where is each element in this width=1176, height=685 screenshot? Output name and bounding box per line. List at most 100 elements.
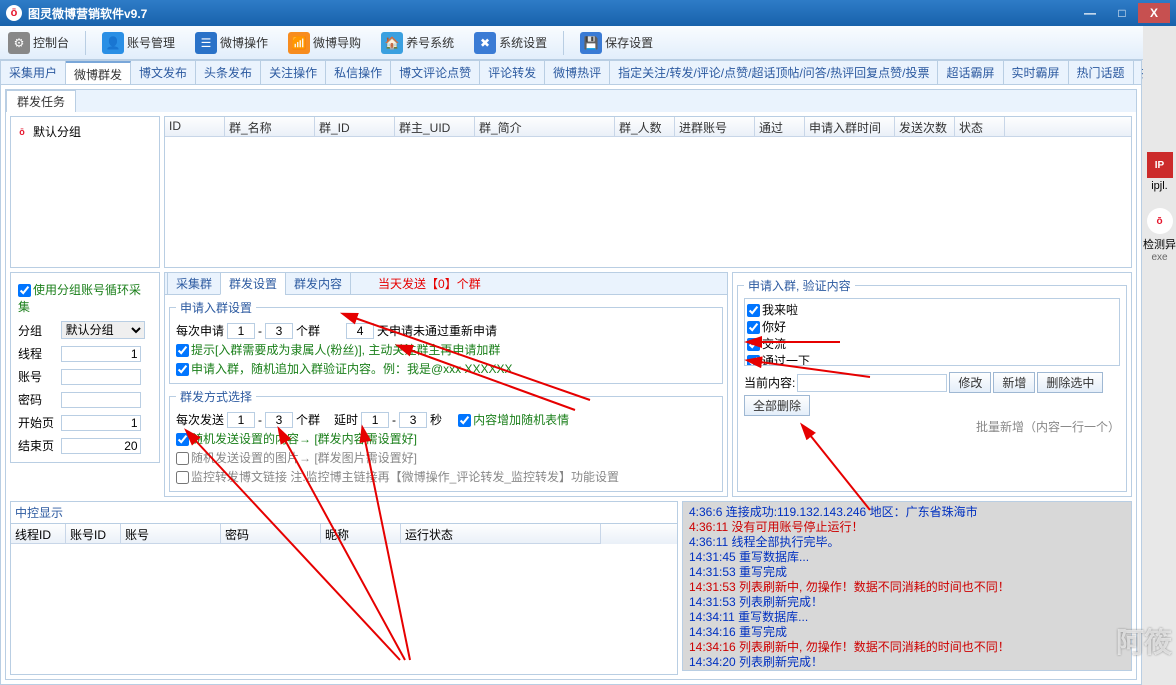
toolbar-save-settings[interactable]: 💾保存设置 [576, 30, 657, 56]
apply-to-input[interactable] [265, 323, 293, 339]
group-select[interactable]: 默认分组 [61, 321, 145, 339]
ctrl-col-0[interactable]: 线程ID [11, 524, 66, 544]
current-content-input[interactable] [797, 374, 947, 392]
grid-col-9[interactable]: 发送次数 [895, 117, 955, 136]
apply-from-input[interactable] [227, 323, 255, 339]
ctrl-col-1[interactable]: 账号ID [66, 524, 121, 544]
password-input[interactable] [61, 392, 141, 408]
send-to-input[interactable] [265, 412, 293, 428]
delete-all-button[interactable]: 全部删除 [744, 395, 810, 416]
wrench-icon: ✖ [474, 32, 496, 54]
verify-item-0[interactable]: 我来啦 [747, 301, 1117, 318]
current-content-label: 当前内容: [744, 374, 795, 391]
chk-follow-owner[interactable]: 提示[入群需要成为隶属人(粉丝)], 主动关注群主再申请加群 [176, 341, 500, 358]
chk-random-verify[interactable]: 申请入群，随机追加入群验证内容。例：我是@xxx XXXXXX [176, 360, 513, 377]
close-button[interactable]: X [1138, 3, 1170, 23]
sec-tab-6[interactable]: 博文评论点赞 [391, 61, 480, 84]
secondary-tabs: 采集用户微博群发博文发布头条发布关注操作私信操作博文评论点赞评论转发微博热评指定… [1, 61, 1141, 85]
account-label: 账号 [17, 366, 58, 387]
tree-group[interactable]: 默认分组 [33, 123, 81, 140]
toolbar-sys-settings[interactable]: ✖系统设置 [470, 30, 551, 56]
send-from-input[interactable] [227, 412, 255, 428]
delay-from-input[interactable] [361, 412, 389, 428]
sec-tab-12[interactable]: 热门话题 [1069, 61, 1134, 84]
sec-tab-1[interactable]: 微博群发 [66, 61, 131, 84]
maximize-button[interactable]: □ [1106, 3, 1138, 23]
verify-item-2[interactable]: 交流 [747, 335, 1117, 352]
toolbar-console[interactable]: ⚙控制台 [4, 30, 73, 56]
account-input[interactable] [61, 369, 141, 385]
sec-tab-2[interactable]: 博文发布 [131, 61, 196, 84]
toolbar-weibo-import[interactable]: 📶微博导购 [284, 30, 365, 56]
endpage-input[interactable] [61, 438, 141, 454]
grid-col-7[interactable]: 通过 [755, 117, 805, 136]
side-form: 使用分组账号循环采集 分组默认分组 线程 账号 密码 开始页 结束页 [10, 272, 160, 463]
grid-col-1[interactable]: 群_名称 [225, 117, 315, 136]
verify-item-1[interactable]: 你好 [747, 318, 1117, 335]
toolbar-weibo-ops[interactable]: ☰微博操作 [191, 30, 272, 56]
sec-tab-0[interactable]: 采集用户 [1, 61, 66, 84]
verify-item-list[interactable]: 我来啦你好交流通过一下 [744, 298, 1120, 366]
chk-random-image[interactable]: 随机发送设置的图片→ [群发图片需设置好] [176, 449, 417, 466]
ctrl-col-4[interactable]: 昵称 [321, 524, 401, 544]
grid-col-5[interactable]: 群_人数 [615, 117, 675, 136]
delay-to-input[interactable] [399, 412, 427, 428]
ctrl-col-2[interactable]: 账号 [121, 524, 221, 544]
mid-tab-2[interactable]: 群发内容 [285, 272, 351, 295]
weibo-detect-icon[interactable]: ō [1147, 208, 1173, 234]
thread-label: 线程 [17, 343, 58, 364]
mid-tab-0[interactable]: 采集群 [167, 272, 221, 295]
toolbar-yanghao[interactable]: 🏠养号系统 [377, 30, 458, 56]
chk-monitor-repost[interactable]: 监控转发博文链接 注:监控博主链接再【微博操作_评论转发_监控转发】功能设置 [176, 468, 619, 485]
sec-tab-10[interactable]: 超话霸屏 [938, 61, 1003, 84]
grid-col-0[interactable]: ID [165, 117, 225, 136]
thread-input[interactable] [61, 346, 141, 362]
ip-icon[interactable]: IP [1147, 152, 1173, 178]
ctrl-col-5[interactable]: 运行状态 [401, 524, 601, 544]
list-icon: ☰ [195, 32, 217, 54]
group-grid[interactable]: ID群_名称群_ID群主_UID群_简介群_人数进群账号通过申请入群时间发送次数… [164, 116, 1132, 268]
sec-tab-9[interactable]: 指定关注/转发/评论/点赞/超话顶帖/问答/热评回复点赞/投票 [610, 61, 938, 84]
sec-tab-7[interactable]: 评论转发 [480, 61, 545, 84]
startpage-label: 开始页 [17, 412, 58, 433]
verify-content-fieldset: 申请入群, 验证内容 我来啦你好交流通过一下 当前内容: 修改 新增 删除选中 … [737, 277, 1127, 492]
chk-random-emoji[interactable]: 内容增加随机表情 [458, 411, 569, 428]
send-groups-label: 个群 [296, 411, 320, 428]
use-group-loop[interactable]: 使用分组账号循环采集 [18, 283, 141, 314]
grid-col-8[interactable]: 申请入群时间 [805, 117, 895, 136]
app-title: 图灵微博营销软件v9.7 [28, 5, 147, 22]
group-label: 分组 [17, 319, 58, 341]
ctrl-grid-body[interactable] [11, 544, 677, 674]
sec-tab-3[interactable]: 头条发布 [196, 61, 261, 84]
startpage-input[interactable] [61, 415, 141, 431]
delete-selected-button[interactable]: 删除选中 [1037, 372, 1103, 393]
task-tab[interactable]: 群发任务 [6, 90, 76, 112]
add-button[interactable]: 新增 [993, 372, 1035, 393]
log-panel[interactable]: 4:36:6 连接成功:119.132.143.246 地区：广东省珠海市4:3… [682, 501, 1132, 671]
mid-tabs: 采集群群发设置群发内容当天发送【0】个群 [165, 273, 727, 295]
apply-days-input[interactable] [346, 323, 374, 339]
weibo-detect-label: 检测异 [1143, 236, 1176, 252]
sec-tab-5[interactable]: 私信操作 [326, 61, 391, 84]
house-icon: 🏠 [381, 32, 403, 54]
rss-icon: 📶 [288, 32, 310, 54]
minimize-button[interactable]: — [1074, 3, 1106, 23]
group-tree[interactable]: ō 默认分组 [10, 116, 160, 268]
mid-tab-1[interactable]: 群发设置 [220, 272, 286, 295]
grid-col-10[interactable]: 状态 [955, 117, 1005, 136]
sec-tab-8[interactable]: 微博热评 [545, 61, 610, 84]
batch-hint: 批量新增（内容一行一个） [976, 418, 1120, 435]
chk-random-content[interactable]: 随机发送设置的内容→ [群发内容需设置好] [176, 430, 417, 447]
grid-col-2[interactable]: 群_ID [315, 117, 395, 136]
sec-tab-11[interactable]: 实时霸屏 [1004, 61, 1069, 84]
grid-col-3[interactable]: 群主_UID [395, 117, 475, 136]
sec-tab-4[interactable]: 关注操作 [261, 61, 326, 84]
edit-button[interactable]: 修改 [949, 372, 991, 393]
verify-item-3[interactable]: 通过一下 [747, 352, 1117, 366]
ctrl-col-3[interactable]: 密码 [221, 524, 321, 544]
apply-legend: 申请入群设置 [176, 299, 256, 316]
seconds-label: 秒 [430, 411, 442, 428]
toolbar-account-mgr[interactable]: 👤账号管理 [98, 30, 179, 56]
grid-col-4[interactable]: 群_简介 [475, 117, 615, 136]
grid-col-6[interactable]: 进群账号 [675, 117, 755, 136]
